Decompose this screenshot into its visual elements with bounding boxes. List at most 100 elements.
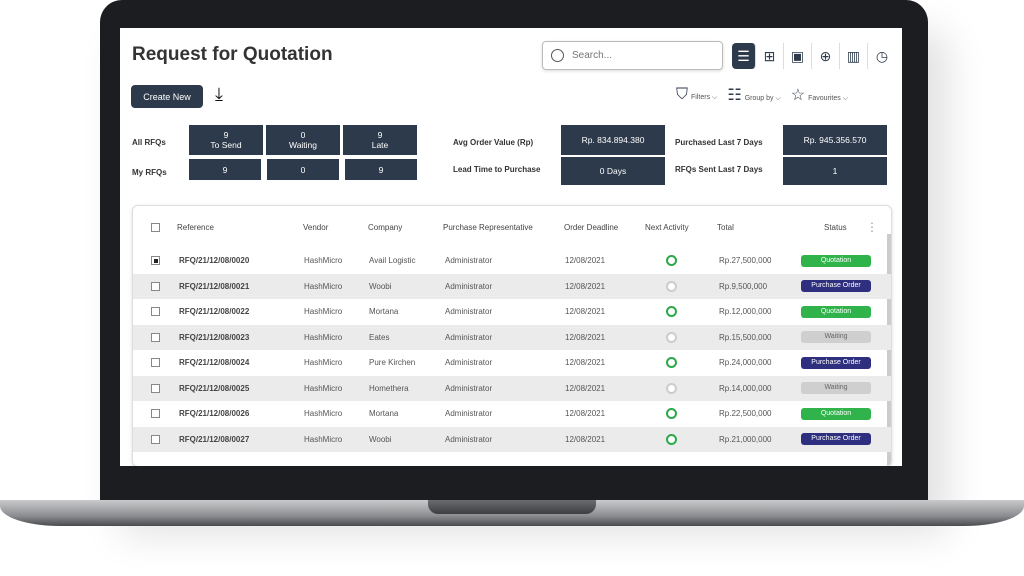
table-row[interactable]: RFQ/21/12/08/0025 HashMicro Homethera Ad… [133, 375, 891, 401]
activity-view-button[interactable]: ◷ [868, 43, 896, 69]
header-total[interactable]: Total [717, 223, 734, 232]
row-checkbox[interactable] [151, 358, 160, 368]
rfqs-sent-value: 1 [783, 157, 887, 185]
table-row[interactable]: RFQ/21/12/08/0023 HashMicro Eates Admini… [133, 324, 891, 350]
search-icon [551, 49, 564, 62]
header-order-deadline[interactable]: Order Deadline [564, 223, 618, 232]
filters-label: Filters [691, 94, 711, 101]
select-all-checkbox[interactable] [151, 222, 160, 232]
status-badge: Purchase Order [801, 433, 871, 446]
search-box[interactable] [542, 41, 723, 70]
tile-label: Late [371, 140, 389, 150]
create-new-button[interactable]: Create New [131, 85, 203, 108]
cell-rep: Administrator [445, 307, 493, 317]
tile-count: 0 [300, 130, 306, 140]
row-checkbox[interactable] [151, 409, 160, 419]
table-row[interactable]: RFQ/21/12/08/0022 HashMicro Mortana Admi… [133, 299, 891, 325]
status-badge: Waiting [801, 382, 871, 395]
lead-time-label: Lead Time to Purchase [453, 165, 541, 174]
header-status[interactable]: Status [824, 223, 847, 232]
kanban-view-button[interactable]: ⊞ [756, 43, 784, 69]
cell-reference[interactable]: RFQ/21/12/08/0027 [179, 435, 249, 444]
table-row[interactable]: RFQ/21/12/08/0027 HashMicro Woobi Admini… [133, 426, 891, 452]
activity-clock-icon[interactable] [666, 255, 677, 267]
cell-vendor: HashMicro [304, 434, 343, 444]
table-row[interactable]: RFQ/21/12/08/0021 HashMicro Woobi Admini… [133, 273, 891, 299]
group-by-label: Group by [744, 95, 774, 102]
header-next-activity[interactable]: Next Activity [645, 223, 689, 232]
avg-order-value: Rp. 834.894.380 [561, 125, 665, 155]
cell-company: Woobi [369, 281, 392, 291]
activity-clock-icon[interactable] [666, 382, 677, 394]
my-late-tile[interactable]: 9 [345, 159, 417, 180]
download-icon[interactable]: ⤓ [215, 84, 223, 105]
tile-count: 9 [223, 130, 229, 140]
activity-clock-icon[interactable] [666, 433, 677, 445]
waiting-tile[interactable]: 0 Waiting [266, 125, 340, 155]
cell-reference[interactable]: RFQ/21/12/08/0024 [179, 358, 249, 367]
cell-deadline: 12/08/2021 [565, 383, 606, 393]
activity-clock-icon[interactable] [666, 331, 677, 343]
row-checkbox[interactable] [151, 307, 160, 317]
cell-deadline: 12/08/2021 [565, 332, 606, 342]
search-input[interactable] [572, 50, 692, 61]
star-icon: ☆ [790, 87, 806, 104]
cell-reference[interactable]: RFQ/21/12/08/0021 [179, 282, 249, 291]
row-checkbox[interactable] [151, 434, 160, 444]
row-checkbox[interactable] [151, 383, 160, 393]
activity-clock-icon[interactable] [666, 357, 677, 369]
header-company[interactable]: Company [368, 223, 402, 232]
cell-total: Rp.24,000,000 [719, 358, 772, 368]
activity-clock-icon[interactable] [666, 408, 677, 420]
column-options-icon[interactable]: ⋮ [866, 220, 878, 234]
page-title: Request for Quotation [132, 44, 333, 65]
header-vendor[interactable]: Vendor [303, 223, 328, 232]
app-screen: Request for Quotation ☰ ⊞ ▣ ⊕ ▥ ◷ Create… [120, 28, 902, 466]
calendar-icon: ▣ [790, 47, 805, 64]
cell-reference[interactable]: RFQ/21/12/08/0020 [179, 256, 249, 265]
table-header: Reference Vendor Company Purchase Repres… [133, 206, 891, 248]
group-by-dropdown[interactable]: ☷ Group by ⌵ [727, 85, 780, 105]
my-to-send-tile[interactable]: 9 [189, 159, 261, 180]
cell-reference[interactable]: RFQ/21/12/08/0023 [179, 333, 249, 342]
favourites-dropdown[interactable]: ☆ Favourites ⌵ [791, 85, 848, 105]
my-waiting-tile[interactable]: 0 [267, 159, 339, 180]
laptop-notch [428, 500, 596, 514]
status-badge: Quotation [801, 407, 871, 420]
cell-company: Woobi [369, 434, 392, 444]
cell-vendor: HashMicro [304, 307, 343, 317]
cell-reference[interactable]: RFQ/21/12/08/0022 [179, 307, 249, 316]
calendar-view-button[interactable]: ▣ [784, 43, 812, 69]
pivot-view-button[interactable]: ⊕ [812, 43, 840, 69]
activity-clock-icon[interactable] [666, 306, 677, 318]
cell-reference[interactable]: RFQ/21/12/08/0026 [179, 409, 249, 418]
header-reference[interactable]: Reference [177, 223, 214, 232]
row-checkbox[interactable] [151, 332, 160, 342]
cell-vendor: HashMicro [304, 409, 343, 419]
list-view-button[interactable]: ☰ [732, 43, 756, 69]
row-checkbox[interactable] [151, 256, 160, 266]
cell-total: Rp.21,000,000 [719, 434, 772, 444]
table-row[interactable]: RFQ/21/12/08/0020 HashMicro Avail Logist… [133, 248, 891, 274]
cell-rep: Administrator [445, 434, 493, 444]
cell-rep: Administrator [445, 409, 493, 419]
cell-company: Pure Kirchen [369, 358, 416, 368]
status-badge: Purchase Order [801, 280, 871, 293]
graph-view-button[interactable]: ▥ [840, 43, 868, 69]
header-purchase-rep[interactable]: Purchase Representative [443, 223, 533, 232]
cell-deadline: 12/08/2021 [565, 281, 606, 291]
status-badge: Purchase Order [801, 356, 871, 369]
rfq-table: Reference Vendor Company Purchase Repres… [132, 205, 892, 466]
filters-dropdown[interactable]: ⛉ Filters ⌵ [676, 86, 717, 104]
late-tile[interactable]: 9 Late [343, 125, 417, 155]
table-row[interactable]: RFQ/21/12/08/0024 HashMicro Pure Kirchen… [133, 350, 891, 376]
cell-company: Avail Logistic [369, 256, 416, 266]
row-checkbox[interactable] [151, 281, 160, 291]
to-send-tile[interactable]: 9 To Send [189, 125, 263, 155]
purchased-value: Rp. 945.356.570 [783, 125, 887, 155]
activity-clock-icon[interactable] [666, 280, 677, 292]
table-row[interactable]: RFQ/21/12/08/0026 HashMicro Mortana Admi… [133, 401, 891, 427]
favourites-label: Favourites [808, 95, 841, 102]
cell-total: Rp.9,500,000 [719, 281, 768, 291]
cell-reference[interactable]: RFQ/21/12/08/0025 [179, 384, 249, 393]
